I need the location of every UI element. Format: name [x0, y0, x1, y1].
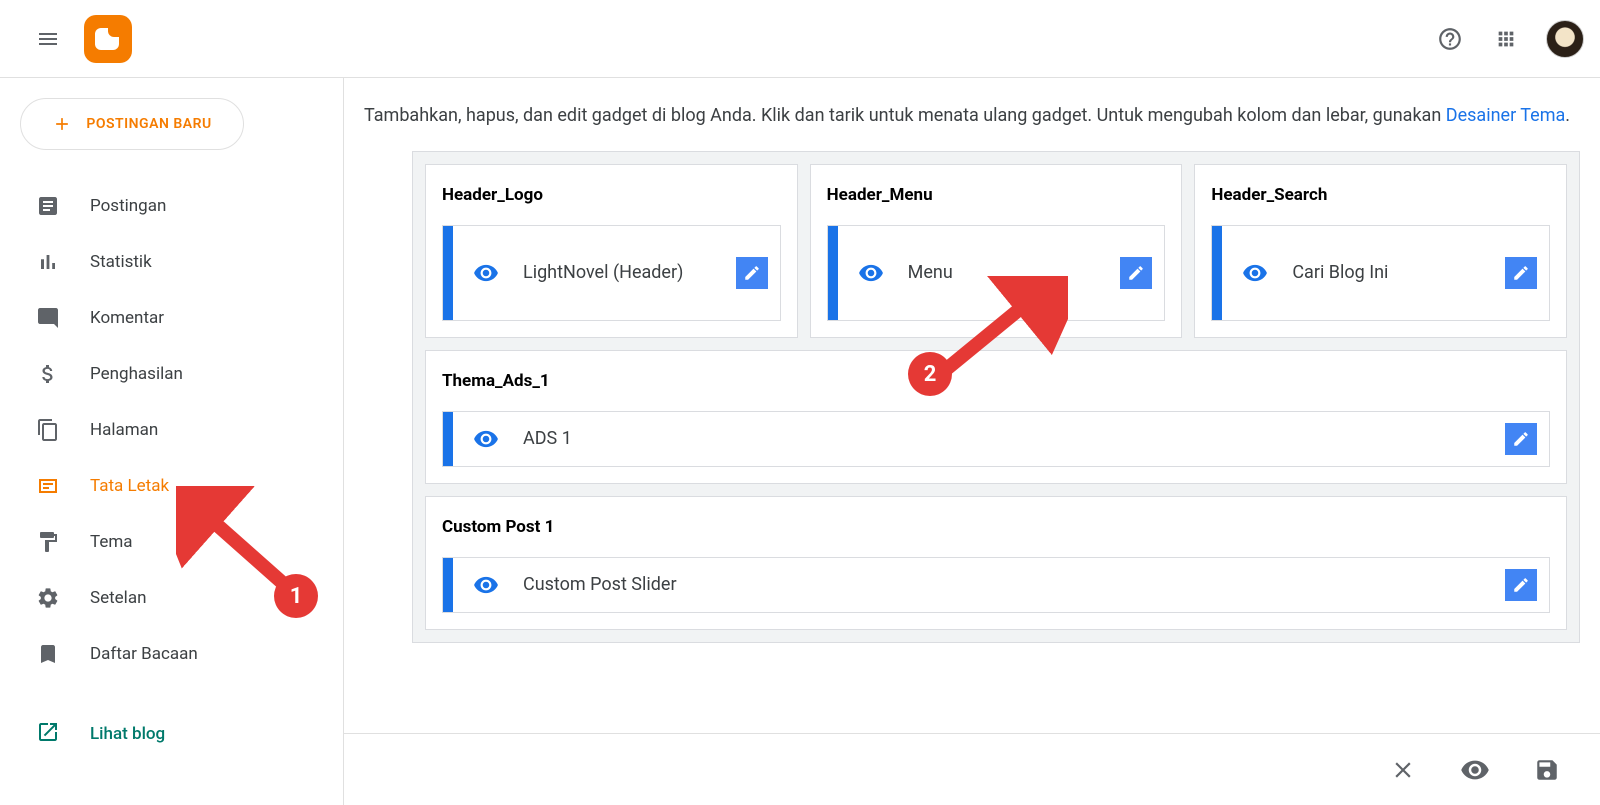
gadget-drag-bar[interactable]	[1212, 226, 1222, 320]
visibility-icon[interactable]	[473, 260, 499, 286]
gadget-drag-bar[interactable]	[828, 226, 838, 320]
sidebar-item-label: Daftar Bacaan	[90, 644, 198, 664]
pencil-icon	[1512, 430, 1530, 448]
new-post-label: POSTINGAN BARU	[86, 116, 211, 132]
layout-header-row: Header_Logo LightNovel (Header) Header_M…	[425, 164, 1567, 338]
gadget-label: ADS 1	[523, 426, 1505, 451]
sidebar: POSTINGAN BARU Postingan Statistik Komen…	[0, 78, 344, 805]
edit-gadget-button[interactable]	[736, 257, 768, 289]
visibility-icon[interactable]	[473, 572, 499, 598]
sidebar-item-label: Setelan	[90, 588, 146, 608]
theme-designer-link[interactable]: Desainer Tema	[1446, 105, 1566, 126]
gadget-label: Cari Blog Ini	[1292, 260, 1505, 285]
section-header-menu[interactable]: Header_Menu Menu	[810, 164, 1183, 338]
account-avatar[interactable]	[1546, 20, 1584, 58]
close-icon	[1390, 757, 1416, 783]
visibility-icon[interactable]	[473, 426, 499, 452]
visibility-icon[interactable]	[858, 260, 884, 286]
edit-gadget-button[interactable]	[1505, 257, 1537, 289]
section-title: Custom Post 1	[442, 517, 1550, 537]
edit-gadget-button[interactable]	[1120, 257, 1152, 289]
layout-canvas: Header_Logo LightNovel (Header) Header_M…	[412, 151, 1580, 643]
comment-icon	[36, 306, 60, 330]
sidebar-item-pages[interactable]: Halaman	[0, 402, 343, 458]
gear-icon	[36, 586, 60, 610]
gadget-label: LightNovel (Header)	[523, 260, 736, 285]
view-blog-link[interactable]: Lihat blog	[0, 706, 343, 762]
top-bar	[0, 0, 1600, 78]
sidebar-item-label: Penghasilan	[90, 364, 183, 384]
sidebar-item-settings[interactable]: Setelan	[0, 570, 343, 626]
pencil-icon	[1512, 576, 1530, 594]
gadget-label: Custom Post Slider	[523, 572, 1505, 597]
pencil-icon	[1127, 264, 1145, 282]
layout-icon	[36, 474, 60, 498]
close-button[interactable]	[1390, 757, 1416, 783]
section-title: Thema_Ads_1	[442, 371, 1550, 391]
save-button[interactable]	[1534, 757, 1560, 783]
section-title: Header_Search	[1211, 185, 1550, 205]
new-post-button[interactable]: POSTINGAN BARU	[20, 98, 244, 150]
section-custom-post-1[interactable]: Custom Post 1 Custom Post Slider	[425, 496, 1567, 630]
sidebar-item-stats[interactable]: Statistik	[0, 234, 343, 290]
preview-button[interactable]	[1460, 755, 1490, 785]
gadget-header-search[interactable]: Cari Blog Ini	[1211, 225, 1550, 321]
bottom-action-bar	[344, 733, 1600, 805]
apps-icon	[1495, 28, 1517, 50]
layout-description: Tambahkan, hapus, dan edit gadget di blo…	[344, 78, 1600, 151]
sidebar-item-label: Statistik	[90, 252, 152, 272]
bookmark-icon	[36, 642, 60, 666]
main-content: Tambahkan, hapus, dan edit gadget di blo…	[344, 78, 1600, 805]
section-header-logo[interactable]: Header_Logo LightNovel (Header)	[425, 164, 798, 338]
section-title: Header_Logo	[442, 185, 781, 205]
apps-button[interactable]	[1482, 15, 1530, 63]
hamburger-menu-button[interactable]	[24, 15, 72, 63]
sidebar-item-theme[interactable]: Tema	[0, 514, 343, 570]
eye-icon	[1460, 755, 1490, 785]
stats-icon	[36, 250, 60, 274]
blogger-logo[interactable]	[84, 15, 132, 63]
sidebar-item-reading-list[interactable]: Daftar Bacaan	[0, 626, 343, 682]
help-icon	[1437, 26, 1463, 52]
dollar-icon	[36, 362, 60, 386]
hamburger-icon	[36, 27, 60, 51]
sidebar-item-label: Halaman	[90, 420, 158, 440]
sidebar-item-layout[interactable]: Tata Letak	[0, 458, 343, 514]
gadget-custom-post-slider[interactable]: Custom Post Slider	[442, 557, 1550, 613]
visibility-icon[interactable]	[1242, 260, 1268, 286]
gadget-header-menu[interactable]: Menu	[827, 225, 1166, 321]
help-button[interactable]	[1426, 15, 1474, 63]
save-icon	[1534, 757, 1560, 783]
theme-icon	[36, 530, 60, 554]
sidebar-item-label: Postingan	[90, 196, 166, 216]
section-title: Header_Menu	[827, 185, 1166, 205]
edit-gadget-button[interactable]	[1505, 423, 1537, 455]
sidebar-item-earnings[interactable]: Penghasilan	[0, 346, 343, 402]
gadget-label: Menu	[908, 260, 1121, 285]
pencil-icon	[1512, 264, 1530, 282]
view-blog-label: Lihat blog	[90, 724, 165, 744]
post-icon	[36, 194, 60, 218]
sidebar-item-posts[interactable]: Postingan	[0, 178, 343, 234]
description-text: Tambahkan, hapus, dan edit gadget di blo…	[364, 105, 1446, 126]
section-header-search[interactable]: Header_Search Cari Blog Ini	[1194, 164, 1567, 338]
gadget-ads-1[interactable]: ADS 1	[442, 411, 1550, 467]
gadget-drag-bar[interactable]	[443, 558, 453, 612]
gadget-header-logo[interactable]: LightNovel (Header)	[442, 225, 781, 321]
plus-icon	[52, 114, 72, 134]
section-thema-ads-1[interactable]: Thema_Ads_1 ADS 1	[425, 350, 1567, 484]
pages-icon	[36, 418, 60, 442]
pencil-icon	[743, 264, 761, 282]
sidebar-item-label: Tema	[90, 532, 133, 552]
gadget-drag-bar[interactable]	[443, 412, 453, 466]
open-in-new-icon	[36, 720, 60, 749]
sidebar-item-comments[interactable]: Komentar	[0, 290, 343, 346]
gadget-drag-bar[interactable]	[443, 226, 453, 320]
edit-gadget-button[interactable]	[1505, 569, 1537, 601]
sidebar-item-label: Tata Letak	[90, 476, 169, 496]
sidebar-item-label: Komentar	[90, 308, 164, 328]
